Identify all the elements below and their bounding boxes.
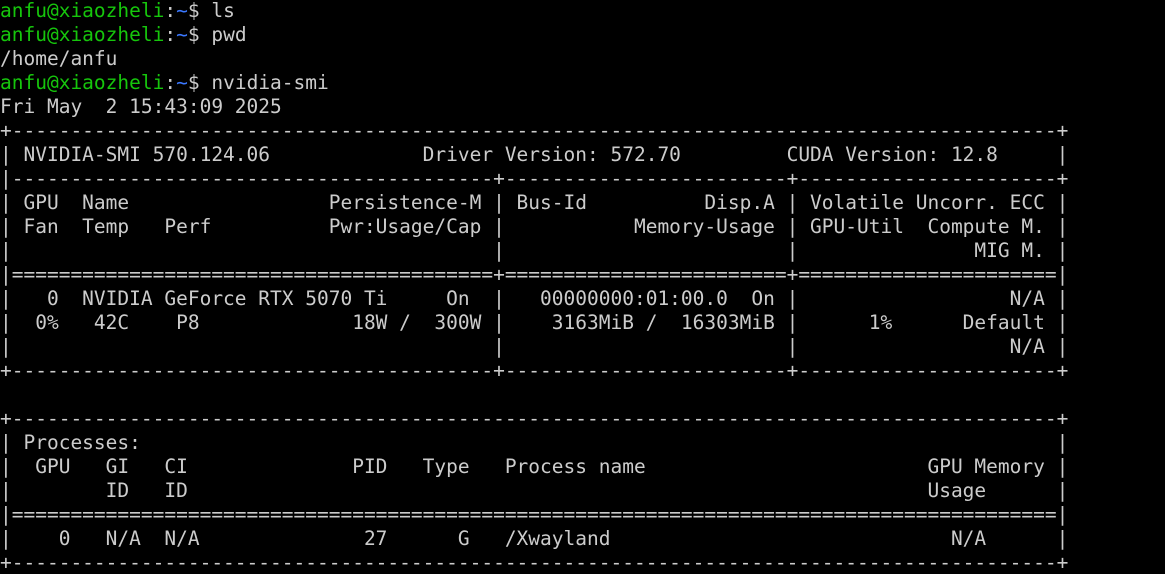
prompt-symbol: $	[187, 71, 212, 94]
prompt-colon: :	[164, 23, 177, 46]
prompt-symbol: $	[187, 0, 212, 22]
command-text: pwd	[211, 23, 247, 46]
nvidia-smi-line	[0, 383, 1165, 407]
nvidia-smi-line: | NVIDIA-SMI 570.124.06 Driver Version: …	[0, 143, 1069, 166]
prompt-user-host: anfu@xiaozheli	[0, 0, 165, 22]
nvidia-smi-line: +---------------------------------------…	[0, 359, 1069, 382]
nvidia-smi-line: +---------------------------------------…	[0, 407, 1069, 430]
prompt-path: ~	[176, 71, 188, 94]
nvidia-smi-line: | GPU Name Persistence-M | Bus-Id Disp.A…	[0, 191, 1069, 214]
prompt-user-host: anfu@xiaozheli	[0, 71, 165, 94]
nvidia-smi-timestamp: Fri May 2 15:43:09 2025	[0, 95, 282, 118]
prompt-line-ls: anfu@xiaozheli:~$ ls	[0, 0, 1165, 23]
prompt-path: ~	[176, 23, 188, 46]
nvidia-smi-line: |---------------------------------------…	[0, 167, 1069, 190]
nvidia-smi-line: | 0 N/A N/A 27 G /Xwayland N/A |	[0, 527, 1069, 550]
prompt-line-pwd: anfu@xiaozheli:~$ pwd	[0, 23, 1165, 47]
command-text: nvidia-smi	[211, 71, 329, 94]
prompt-line-nvidia-smi: anfu@xiaozheli:~$ nvidia-smi	[0, 71, 1165, 95]
nvidia-smi-line: | | | N/A |	[0, 335, 1069, 358]
nvidia-smi-line: | Fan Temp Perf Pwr:Usage/Cap | Memory-U…	[0, 215, 1069, 238]
prompt-colon: :	[164, 0, 177, 22]
nvidia-smi-line: | GPU GI CI PID Type Process name GPU Me…	[0, 455, 1069, 478]
terminal-window[interactable]: anfu@xiaozheli:~$ ls anfu@xiaozheli:~$ p…	[0, 0, 1165, 574]
nvidia-smi-line: +---------------------------------------…	[0, 119, 1069, 142]
nvidia-smi-line: | 0% 42C P8 18W / 300W | 3163MiB / 16303…	[0, 311, 1069, 334]
nvidia-smi-table: +---------------------------------------…	[0, 119, 1165, 574]
nvidia-smi-line: | ID ID Usage |	[0, 479, 1069, 502]
command-text: ls	[211, 0, 235, 22]
nvidia-smi-line: | | | MIG M. |	[0, 239, 1069, 262]
pwd-output: /home/anfu	[0, 47, 118, 70]
nvidia-smi-line: | 0 NVIDIA GeForce RTX 5070 Ti On | 0000…	[0, 287, 1069, 310]
prompt-path: ~	[176, 0, 188, 22]
nvidia-smi-line: |=======================================…	[0, 503, 1069, 526]
prompt-user-host: anfu@xiaozheli	[0, 23, 165, 46]
prompt-symbol: $	[187, 23, 212, 46]
nvidia-smi-line: |=======================================…	[0, 263, 1069, 286]
nvidia-smi-line: | Processes: |	[0, 431, 1069, 454]
nvidia-smi-line: +---------------------------------------…	[0, 551, 1069, 574]
prompt-colon: :	[164, 71, 177, 94]
